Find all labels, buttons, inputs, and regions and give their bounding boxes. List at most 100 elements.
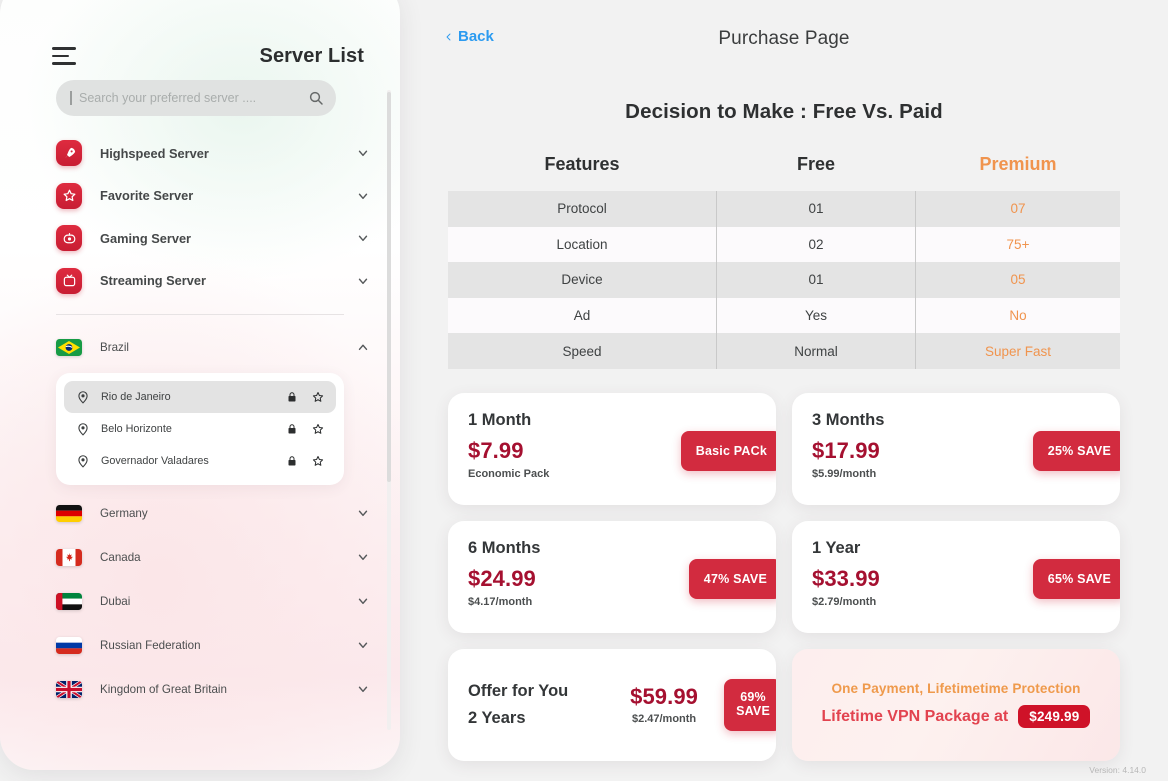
favorite-star-icon[interactable] xyxy=(312,391,324,403)
city-row-belo-horizonte[interactable]: Belo Horizonte xyxy=(64,413,336,445)
table-row: Device 01 05 xyxy=(448,262,1120,298)
lock-icon[interactable] xyxy=(286,455,298,467)
offer-badge-line1: 69% xyxy=(740,689,766,704)
chevron-down-icon[interactable] xyxy=(356,231,370,245)
offer-term: 2 Years xyxy=(468,708,526,727)
country-label: Brazil xyxy=(100,340,129,354)
favorite-star-icon[interactable] xyxy=(312,455,324,467)
city-row-governador-valadares[interactable]: Governador Valadares xyxy=(64,445,336,477)
plan-card-1-month[interactable]: 1 Month $7.99 Economic Pack Basic PACk xyxy=(448,392,776,505)
country-row-germany[interactable]: Germany xyxy=(0,491,400,535)
offer-labels: Offer for You 2 Years xyxy=(468,682,568,728)
plan-term: 6 Months xyxy=(468,538,541,557)
sidebar-item-label: Gaming Server xyxy=(100,230,192,246)
cell-premium: 75+ xyxy=(1006,236,1030,252)
country-label: Dubai xyxy=(100,594,131,608)
city-label: Belo Horizonte xyxy=(101,423,172,435)
sidebar-item-label: Streaming Server xyxy=(100,273,206,289)
sidebar-scrollbar-thumb[interactable] xyxy=(387,92,391,482)
sidebar-item-gaming-server[interactable]: Gaming Server xyxy=(0,217,400,260)
cell-feature: Speed xyxy=(562,343,602,359)
cell-feature: Device xyxy=(561,272,603,288)
tv-icon xyxy=(56,267,82,294)
search-input[interactable] xyxy=(79,91,308,105)
cell-free: 02 xyxy=(716,226,916,263)
sidebar-item-label: Favorite Server xyxy=(100,188,194,204)
sidebar-item-highspeed-server[interactable]: Highspeed Server xyxy=(0,132,400,175)
plan-cards: 1 Month $7.99 Economic Pack Basic PACk 3… xyxy=(448,392,1120,761)
lifetime-price-pill[interactable]: $249.99 xyxy=(1018,705,1091,729)
chevron-down-icon[interactable] xyxy=(356,506,370,520)
plan-badge[interactable]: 25% SAVE xyxy=(1032,430,1120,471)
cell-free: Normal xyxy=(716,333,916,369)
plan-card-6-months[interactable]: 6 Months $24.99 $4.17/month 47% SAVE xyxy=(448,520,776,633)
sidebar-item-streaming-server[interactable]: Streaming Server xyxy=(0,260,400,303)
plan-card-offer-2-years[interactable]: Offer for You 2 Years $59.99 $2.47/month… xyxy=(448,648,776,761)
offer-price: $59.99 xyxy=(630,684,698,710)
cell-premium: No xyxy=(1009,308,1027,324)
chevron-down-icon[interactable] xyxy=(356,189,370,203)
lifetime-package-card[interactable]: One Payment, Lifetimetime Protection Lif… xyxy=(792,648,1120,761)
server-list-sidebar: Server List Highspeed Server xyxy=(0,0,400,770)
cell-feature: Ad xyxy=(573,308,591,324)
country-row-canada[interactable]: Canada xyxy=(0,535,400,579)
lifetime-tagline: One Payment, Lifetimetime Protection xyxy=(831,681,1081,697)
city-actions xyxy=(286,423,324,435)
country-row-dubai[interactable]: Dubai xyxy=(0,579,400,623)
plan-badge[interactable]: 47% SAVE xyxy=(688,558,776,599)
sidebar-scroll-area[interactable]: Highspeed Server Favorite Server Gaming … xyxy=(0,132,400,770)
cell-premium: Super Fast xyxy=(984,343,1052,359)
cell-premium: 07 xyxy=(1010,201,1026,217)
plan-term: 1 Year xyxy=(812,538,861,557)
offer-title: Offer for You xyxy=(468,681,569,700)
chevron-down-icon[interactable] xyxy=(356,682,370,696)
table-row: Speed Normal Super Fast xyxy=(448,333,1120,369)
chevron-down-icon[interactable] xyxy=(356,550,370,564)
offer-badge[interactable]: 69% SAVE xyxy=(724,678,776,731)
plan-badge[interactable]: Basic PACk xyxy=(680,430,776,471)
plan-card-1-year[interactable]: 1 Year $33.99 $2.79/month 65% SAVE xyxy=(792,520,1120,633)
cell-premium: 05 xyxy=(1010,272,1026,288)
search-bar[interactable] xyxy=(56,80,336,116)
rocket-icon xyxy=(56,140,82,167)
city-actions xyxy=(286,455,324,467)
brazil-flag xyxy=(56,338,82,356)
lifetime-label: Lifetime VPN Package at xyxy=(821,707,1009,725)
chevron-down-icon[interactable] xyxy=(356,638,370,652)
lock-icon[interactable] xyxy=(286,391,298,403)
offer-sub: $2.47/month xyxy=(631,713,697,726)
location-pin-icon xyxy=(78,455,88,468)
version-label: Version: 4.14.0 xyxy=(1089,765,1146,775)
chevron-up-icon[interactable] xyxy=(356,340,370,354)
country-label: Canada xyxy=(100,550,141,564)
hamburger-icon[interactable] xyxy=(52,47,76,65)
country-row-kingdom-of-great-britain[interactable]: Kingdom of Great Britain xyxy=(0,667,400,711)
country-label: Germany xyxy=(100,506,148,520)
headline: Decision to Make : Free Vs. Paid xyxy=(625,100,943,123)
country-row-brazil[interactable]: Brazil xyxy=(0,325,400,369)
uae-flag xyxy=(56,592,82,610)
city-actions xyxy=(286,391,324,403)
gamepad-icon xyxy=(56,225,82,252)
country-row-russian-federation[interactable]: Russian Federation xyxy=(0,623,400,667)
favorite-star-icon[interactable] xyxy=(312,423,324,435)
city-row-rio-de-janeiro[interactable]: Rio de Janeiro xyxy=(64,381,336,413)
search-icon[interactable] xyxy=(308,90,324,106)
cell-feature: Protocol xyxy=(557,201,607,217)
chevron-down-icon[interactable] xyxy=(356,146,370,160)
text-caret xyxy=(70,91,72,105)
plan-card-3-months[interactable]: 3 Months $17.99 $5.99/month 25% SAVE xyxy=(792,392,1120,505)
cell-free: 01 xyxy=(716,191,916,227)
cell-free: 01 xyxy=(716,262,916,298)
city-label: Governador Valadares xyxy=(101,455,209,467)
chevron-down-icon[interactable] xyxy=(356,594,370,608)
comparison-header: Features Free Premium xyxy=(448,154,1120,191)
lock-icon[interactable] xyxy=(286,423,298,435)
table-row: Protocol 01 07 xyxy=(448,191,1120,227)
purchase-top-bar: Back Purchase Page xyxy=(400,0,1168,78)
lifetime-offer-row: Lifetime VPN Package at $249.99 xyxy=(821,705,1091,729)
location-pin-icon xyxy=(78,391,88,404)
plan-badge[interactable]: 65% SAVE xyxy=(1032,558,1120,599)
chevron-down-icon[interactable] xyxy=(356,274,370,288)
sidebar-item-favorite-server[interactable]: Favorite Server xyxy=(0,175,400,218)
